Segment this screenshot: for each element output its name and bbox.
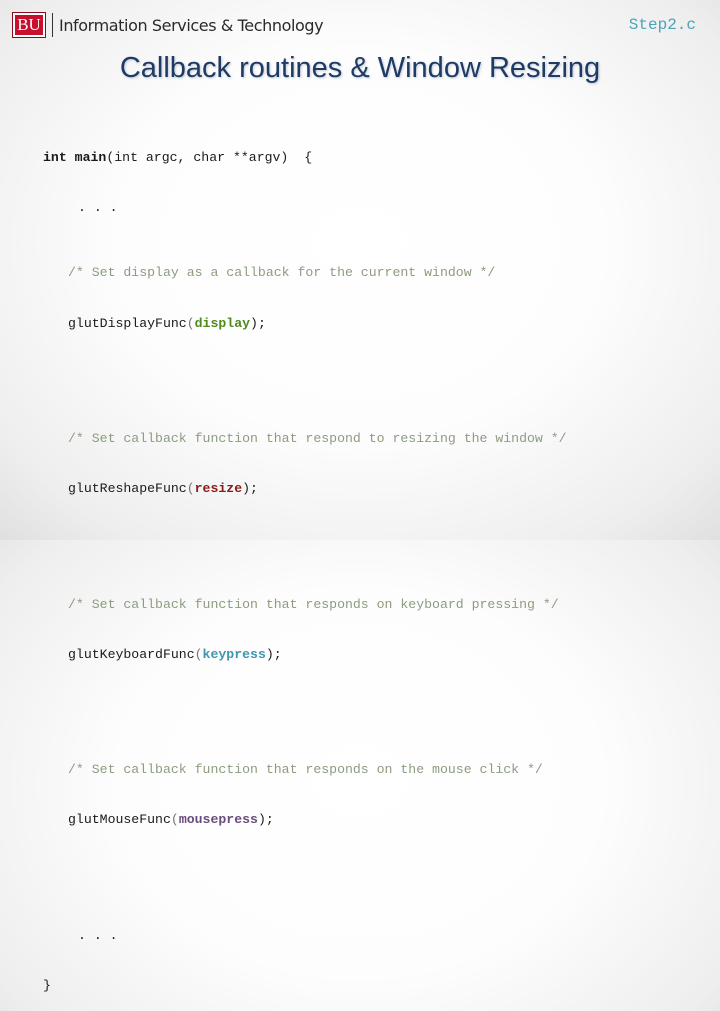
code-open-brace: {	[304, 150, 313, 165]
file-label: Step2.c	[628, 16, 696, 34]
bu-logo: BU	[12, 12, 46, 38]
code-line-ellipsis-bottom: . . .	[78, 927, 118, 943]
code-comment: /* Set callback function that responds o…	[68, 596, 559, 612]
code-func: glutReshapeFunc	[68, 481, 187, 497]
code-params: (int argc, char **argv)	[106, 150, 289, 165]
code-func: glutMouseFunc	[68, 812, 171, 828]
slide-title: Callback routines & Window Resizing	[119, 52, 601, 84]
org-name: Information Services & Technology	[59, 15, 324, 35]
code-arg-resize: resize	[194, 481, 243, 497]
code-arg-keypress: keypress	[202, 646, 266, 662]
code-line-signature: int main(int argc, char **argv) {	[43, 148, 567, 168]
code-line-ellipsis-top: . . .	[78, 200, 118, 216]
code-paren: (	[186, 481, 195, 497]
code-paren: (	[194, 646, 203, 662]
code-keyword-int: int	[43, 150, 67, 165]
code-call-reshape: glutReshapeFunc(resize);	[43, 479, 567, 499]
code-paren: (	[170, 812, 179, 828]
code-block: int main(int argc, char **argv) { . . . …	[43, 118, 567, 1011]
code-func: glutKeyboardFunc	[68, 646, 195, 662]
code-comment: /* Set callback function that responds o…	[68, 762, 543, 778]
code-arg-display: display	[194, 315, 251, 331]
code-paren: (	[186, 315, 195, 331]
code-func-main: main	[74, 150, 107, 165]
code-call-display: glutDisplayFunc(display);	[43, 314, 567, 334]
code-call-mouse: glutMouseFunc(mousepress);	[43, 810, 567, 830]
code-arg-mousepress: mousepress	[178, 812, 258, 828]
code-func: glutDisplayFunc	[68, 315, 187, 331]
code-comment: /* Set display as a callback for the cur…	[68, 265, 496, 281]
code-paren: );	[265, 646, 282, 662]
code-comment: /* Set callback function that respond to…	[68, 430, 567, 446]
code-paren: );	[257, 812, 274, 828]
code-closing-brace: }	[43, 977, 51, 993]
code-paren: );	[250, 315, 266, 331]
code-paren: );	[242, 481, 258, 497]
header: BU Information Services & Technology	[12, 12, 324, 38]
logo-divider	[52, 13, 53, 37]
code-call-keyboard: glutKeyboardFunc(keypress);	[43, 645, 567, 665]
